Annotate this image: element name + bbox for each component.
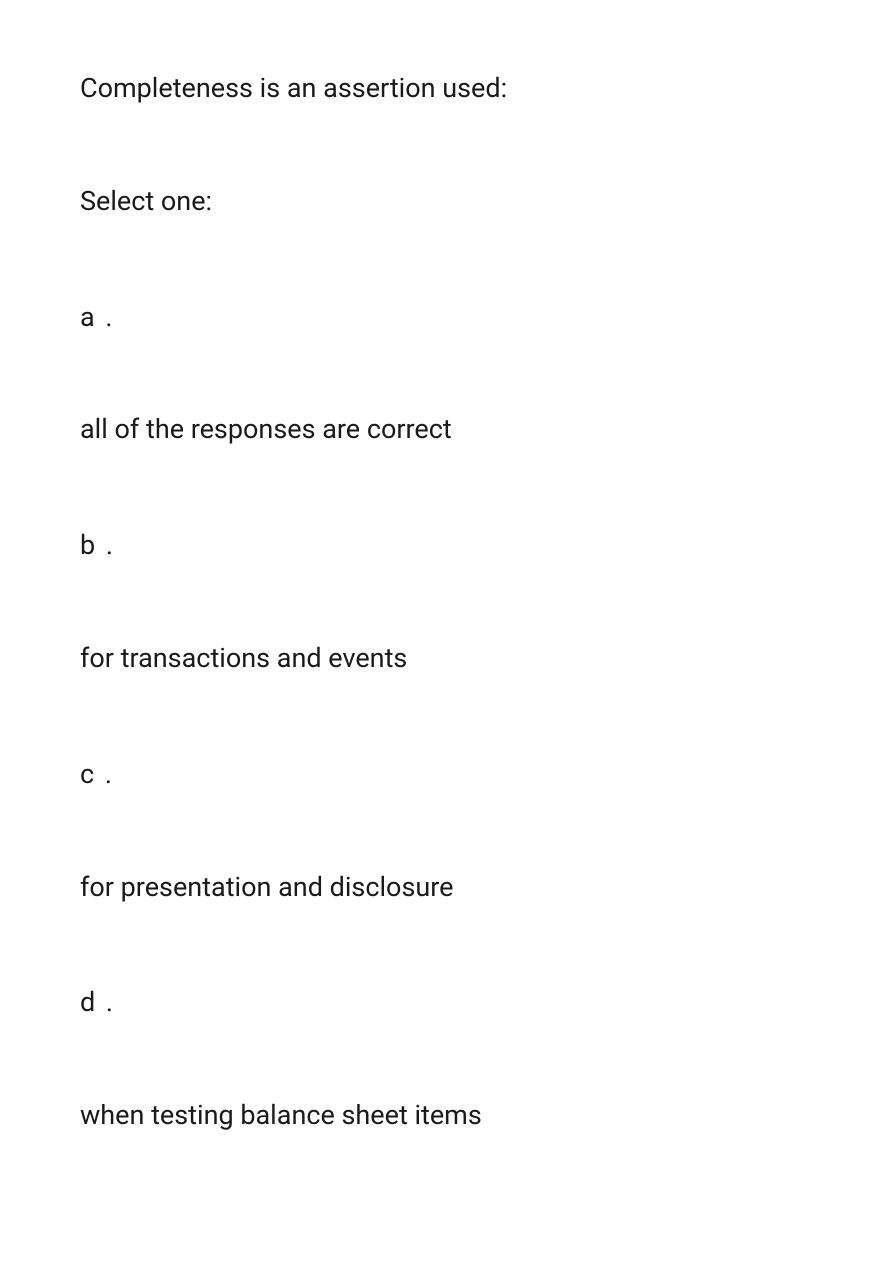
option-d[interactable]: d . when testing balance sheet items — [80, 984, 806, 1135]
select-prompt: Select one: — [80, 183, 806, 221]
question-text: Completeness is an assertion used: — [80, 70, 806, 108]
option-b[interactable]: b . for transactions and events — [80, 527, 806, 678]
option-letter-b: b . — [80, 527, 806, 565]
option-letter-d: d . — [80, 984, 806, 1022]
option-text-d: when testing balance sheet items — [80, 1097, 806, 1135]
option-text-b: for transactions and events — [80, 640, 806, 678]
option-text-c: for presentation and disclosure — [80, 869, 806, 907]
option-a[interactable]: a . all of the responses are correct — [80, 299, 806, 450]
option-text-a: all of the responses are correct — [80, 411, 806, 449]
option-letter-a: a . — [80, 299, 806, 337]
option-letter-c: c . — [80, 756, 806, 794]
option-c[interactable]: c . for presentation and disclosure — [80, 756, 806, 907]
